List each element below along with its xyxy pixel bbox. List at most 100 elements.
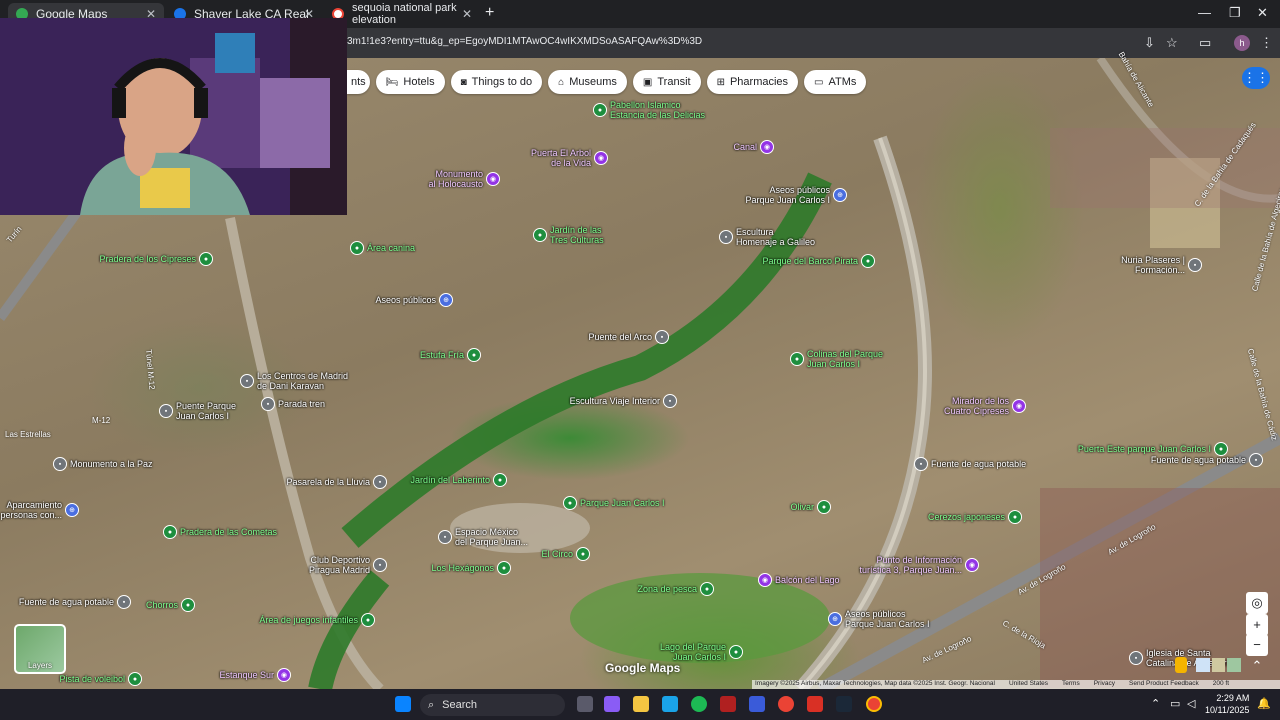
scale-bar[interactable]: 200 ft bbox=[1213, 680, 1229, 689]
poi-label[interactable]: Cerezos japoneses bbox=[928, 512, 1005, 522]
poi-label[interactable]: Balcón del Lago bbox=[775, 575, 840, 585]
poi-label[interactable]: Pista de voleibol bbox=[59, 674, 125, 684]
poi-label[interactable]: Pradera de los Cipreses bbox=[99, 254, 196, 264]
poi-label[interactable]: Escultura Homenaje a Galileo bbox=[736, 227, 815, 247]
poi-label[interactable]: Los Centros de Madrid de Dani Karavan bbox=[257, 371, 348, 391]
notification-bell-icon[interactable]: 🔔 bbox=[1257, 697, 1271, 710]
poi-label[interactable]: Puente del Arco bbox=[588, 332, 652, 342]
install-app-icon[interactable]: ⇩ bbox=[1144, 35, 1155, 51]
chip-pharmacies[interactable]: ⊞ Pharmacies bbox=[706, 70, 799, 94]
feedback-link[interactable]: Send Product Feedback bbox=[1129, 680, 1199, 689]
url-text[interactable]: 3m1!1e3?entry=ttu&g_ep=EgoyMDI1MTAwOC4wI… bbox=[347, 36, 702, 47]
poi-pin-icon[interactable]: ● bbox=[128, 672, 142, 686]
poi-marker[interactable]: El Circo ● bbox=[541, 547, 590, 561]
network-icon[interactable]: ▭ bbox=[1170, 697, 1180, 710]
poi-label[interactable]: Espacio México del Parque Juan... bbox=[455, 527, 528, 547]
poi-marker[interactable]: Pista de voleibol ● bbox=[59, 672, 142, 686]
poi-pin-icon[interactable]: ▪ bbox=[373, 475, 387, 489]
poi-label[interactable]: Área canina bbox=[367, 243, 415, 253]
poi-label[interactable]: Fuente de agua potable bbox=[931, 459, 1026, 469]
my-location-icon[interactable]: ◎ bbox=[1246, 592, 1268, 614]
poi-pin-icon[interactable]: ● bbox=[181, 598, 195, 612]
poi-pin-icon[interactable]: ◉ bbox=[758, 573, 772, 587]
poi-pin-icon[interactable]: ▪ bbox=[719, 230, 733, 244]
poi-marker[interactable]: Jardín del Laberinto ● bbox=[410, 473, 507, 487]
poi-label[interactable]: Monumento al Holocausto bbox=[428, 169, 483, 189]
poi-marker[interactable]: Pasarela de la Lluvia ▪ bbox=[286, 475, 387, 489]
calendar-app-icon[interactable] bbox=[662, 696, 678, 712]
poi-marker[interactable]: ● Área canina bbox=[350, 241, 415, 255]
taskbar-clock[interactable]: 2:29 AM 10/11/2025 bbox=[1205, 692, 1249, 716]
chip-atms[interactable]: ▭ ATMs bbox=[804, 70, 867, 94]
minimize-icon[interactable]: — bbox=[1198, 5, 1211, 20]
steam-icon[interactable] bbox=[836, 696, 852, 712]
poi-label[interactable]: Jardín de las Tres Culturas bbox=[550, 225, 604, 245]
poi-pin-icon[interactable]: ● bbox=[700, 582, 714, 596]
poi-pin-icon[interactable]: ● bbox=[199, 252, 213, 266]
menu-kebab-icon[interactable]: ⋮ bbox=[1260, 35, 1273, 51]
chip-restaurants[interactable]: nts bbox=[347, 70, 370, 94]
apps-grid-icon[interactable]: ⋮⋮ bbox=[1242, 67, 1270, 89]
poi-pin-icon[interactable]: ▪ bbox=[117, 595, 131, 609]
poi-label[interactable]: Estufa Fría bbox=[420, 350, 464, 360]
poi-pin-icon[interactable]: ● bbox=[790, 352, 804, 366]
poi-marker[interactable]: ▪ Escultura Homenaje a Galileo bbox=[719, 227, 815, 247]
hud-app-icon[interactable] bbox=[720, 696, 736, 712]
profile-avatar[interactable]: h bbox=[1234, 35, 1250, 51]
poi-pin-icon[interactable]: ▪ bbox=[261, 397, 275, 411]
poi-pin-icon[interactable]: ⊕ bbox=[828, 612, 842, 626]
imagery-thumb[interactable] bbox=[1227, 658, 1242, 672]
poi-label[interactable]: Lago del Parque Juan Carlos I bbox=[660, 642, 726, 662]
poi-label[interactable]: Aseos públicos bbox=[375, 295, 436, 305]
expand-up-icon[interactable]: ⌃ bbox=[1246, 655, 1268, 677]
poi-marker[interactable]: Cerezos japoneses ● bbox=[928, 510, 1022, 524]
poi-pin-icon[interactable]: ◉ bbox=[594, 151, 608, 165]
poi-marker[interactable]: Aparcamiento personas con... ⊕ bbox=[0, 500, 79, 520]
poi-marker[interactable]: Punto de Información turística 3, Parque… bbox=[859, 555, 979, 575]
layers-button[interactable]: Layers bbox=[14, 624, 66, 674]
poi-label[interactable]: Aparcamiento personas con... bbox=[0, 500, 62, 520]
poi-marker[interactable]: Fuente de agua potable ▪ bbox=[19, 595, 131, 609]
poi-marker[interactable]: Escultura Viaje Interior ▪ bbox=[570, 394, 677, 408]
poi-marker[interactable]: ● Pabellon Islamico Estancia de las Delic… bbox=[593, 100, 705, 120]
poi-marker[interactable]: Canal ◉ bbox=[733, 140, 774, 154]
imagery-thumbnails[interactable] bbox=[1196, 658, 1242, 672]
poi-marker[interactable]: ▪ Los Centros de Madrid de Dani Karavan bbox=[240, 371, 348, 391]
tray-chevron-icon[interactable]: ⌃ bbox=[1151, 697, 1160, 710]
poi-marker[interactable]: Pradera de los Cipreses ● bbox=[99, 252, 213, 266]
zoom-in-button[interactable]: + bbox=[1246, 614, 1268, 636]
poi-pin-icon[interactable]: ▪ bbox=[159, 404, 173, 418]
copilot-icon[interactable] bbox=[604, 696, 620, 712]
poi-marker[interactable]: Nuria Plaseres | Formación... ▪ bbox=[1121, 255, 1202, 275]
poi-pin-icon[interactable]: ▪ bbox=[240, 374, 254, 388]
sidepanel-icon[interactable]: ▭ bbox=[1199, 35, 1211, 51]
poi-label[interactable]: Escultura Viaje Interior bbox=[570, 396, 660, 406]
poi-pin-icon[interactable]: ▪ bbox=[438, 530, 452, 544]
windows-start-icon[interactable] bbox=[395, 696, 411, 712]
poi-marker[interactable]: Mirador de los Cuatro Cipreses ◉ bbox=[944, 396, 1026, 416]
poi-pin-icon[interactable]: ▪ bbox=[1249, 453, 1263, 467]
poi-marker[interactable]: Parque del Barco Pirata ● bbox=[762, 254, 875, 268]
imagery-thumb[interactable] bbox=[1196, 658, 1210, 672]
poi-pin-icon[interactable]: ● bbox=[163, 525, 177, 539]
poi-label[interactable]: Chorros bbox=[146, 600, 178, 610]
volume-icon[interactable]: ◁ bbox=[1187, 697, 1195, 710]
poi-marker[interactable]: ◉ Balcón del Lago bbox=[758, 573, 840, 587]
poi-pin-icon[interactable]: ● bbox=[593, 103, 607, 117]
poi-marker[interactable]: ● Parque Juan Carlos I bbox=[563, 496, 665, 510]
poi-label[interactable]: Los Hexágonos bbox=[431, 563, 494, 573]
pegman-icon[interactable] bbox=[1175, 657, 1187, 673]
poi-pin-icon[interactable]: ● bbox=[361, 613, 375, 627]
poi-pin-icon[interactable]: ▪ bbox=[53, 457, 67, 471]
poi-label[interactable]: Nuria Plaseres | Formación... bbox=[1121, 255, 1185, 275]
poi-marker[interactable]: ▪ Puente Parque Juan Carlos I bbox=[159, 401, 236, 421]
poi-label[interactable]: El Circo bbox=[541, 549, 573, 559]
poi-pin-icon[interactable]: ⊕ bbox=[833, 188, 847, 202]
poi-pin-icon[interactable]: ▪ bbox=[373, 558, 387, 572]
poi-marker[interactable]: ⊕ Aseos públicos Parque Juan Carlos I bbox=[828, 609, 930, 629]
privacy-link[interactable]: Privacy bbox=[1094, 680, 1115, 689]
poi-pin-icon[interactable]: ◉ bbox=[277, 668, 291, 682]
file-explorer-icon[interactable] bbox=[633, 696, 649, 712]
bookmark-star-icon[interactable]: ☆ bbox=[1166, 35, 1178, 51]
maps-pin-icon[interactable] bbox=[807, 696, 823, 712]
